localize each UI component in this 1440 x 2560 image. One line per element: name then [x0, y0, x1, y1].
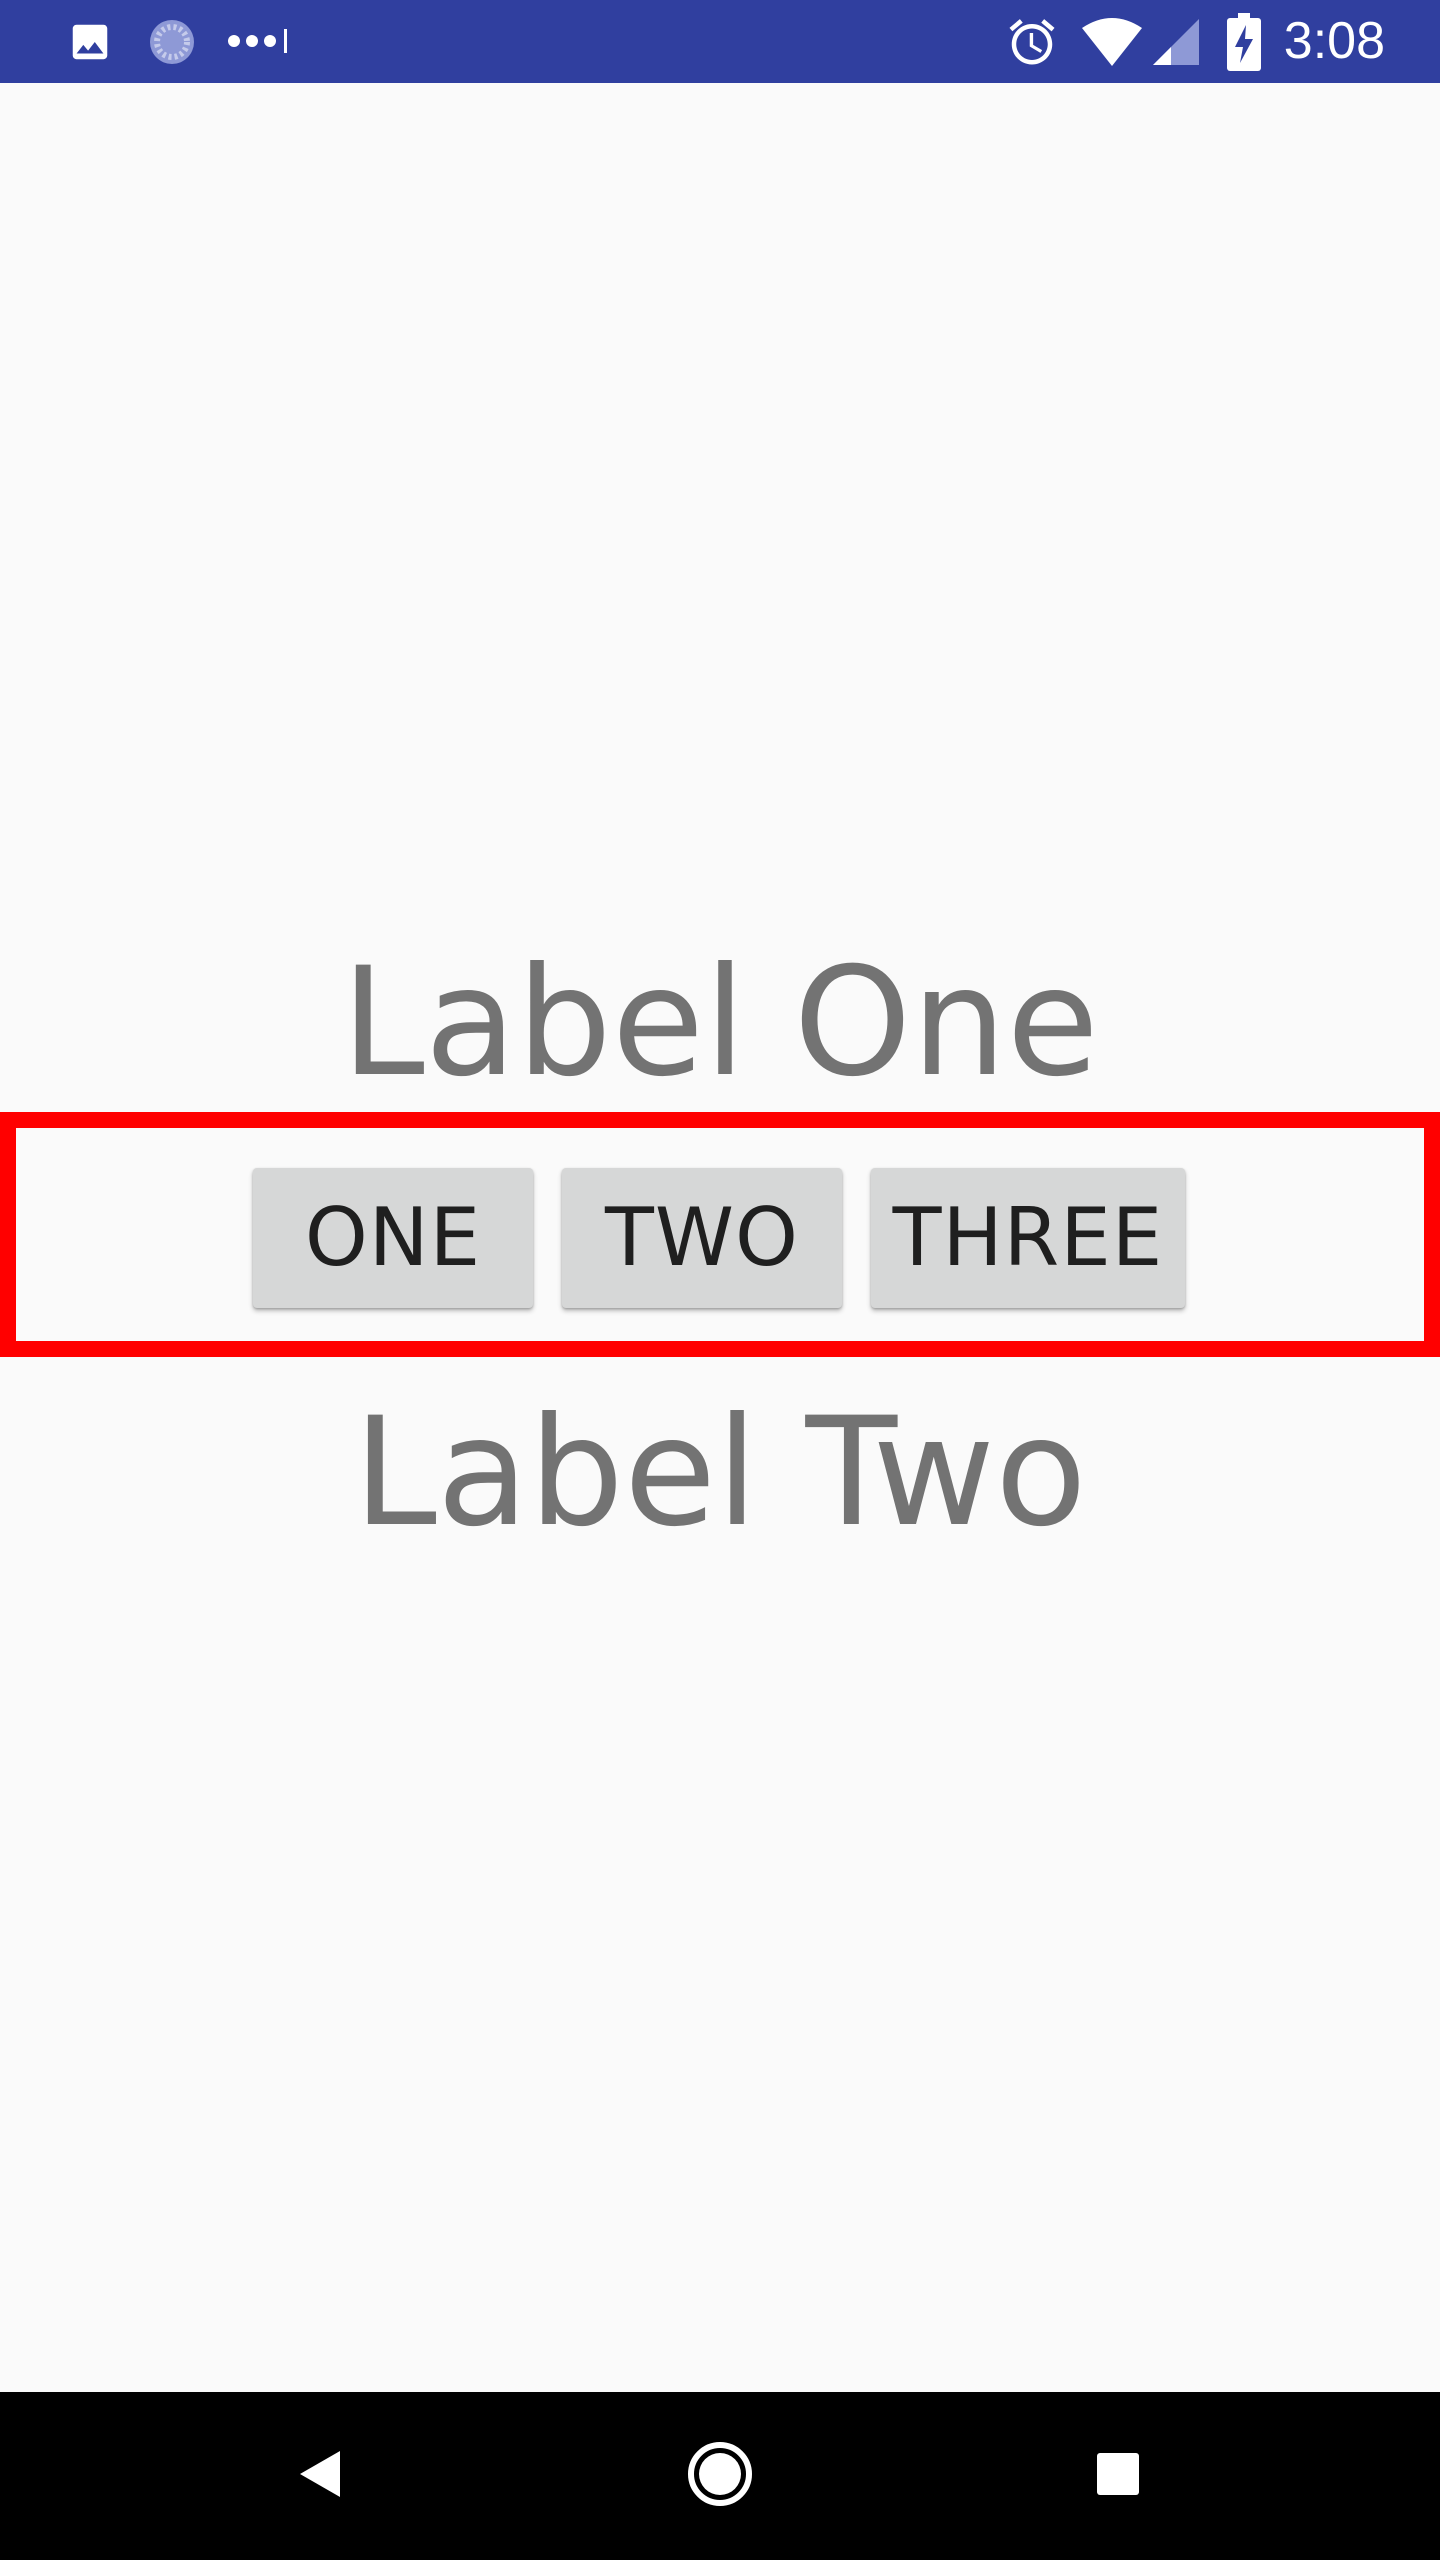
sync-icon: [146, 16, 198, 68]
battery-charging-icon: [1224, 12, 1264, 72]
status-bar: 3:08: [0, 0, 1440, 83]
status-time: 3:08: [1283, 12, 1385, 70]
home-button[interactable]: [660, 2392, 780, 2560]
home-icon: [687, 2441, 753, 2512]
two-button[interactable]: TWO: [562, 1168, 842, 1308]
wifi-icon: [1080, 14, 1144, 70]
screen: 3:08 Label One ONE TWO THREE Label Two: [0, 0, 1440, 2560]
navigation-bar: [0, 2392, 1440, 2560]
recents-icon: [1096, 2452, 1140, 2501]
three-button[interactable]: THREE: [871, 1168, 1185, 1308]
back-icon: [298, 2449, 342, 2504]
cell-signal-icon: [1150, 16, 1202, 68]
image-icon: [66, 18, 114, 66]
label-two: Label Two: [353, 1386, 1087, 1560]
recents-button[interactable]: [1058, 2392, 1178, 2560]
alarm-icon: [1004, 14, 1060, 70]
back-button[interactable]: [260, 2392, 380, 2560]
more-dots-icon: [226, 26, 292, 56]
one-button[interactable]: ONE: [253, 1168, 533, 1308]
label-one: Label One: [341, 936, 1099, 1110]
